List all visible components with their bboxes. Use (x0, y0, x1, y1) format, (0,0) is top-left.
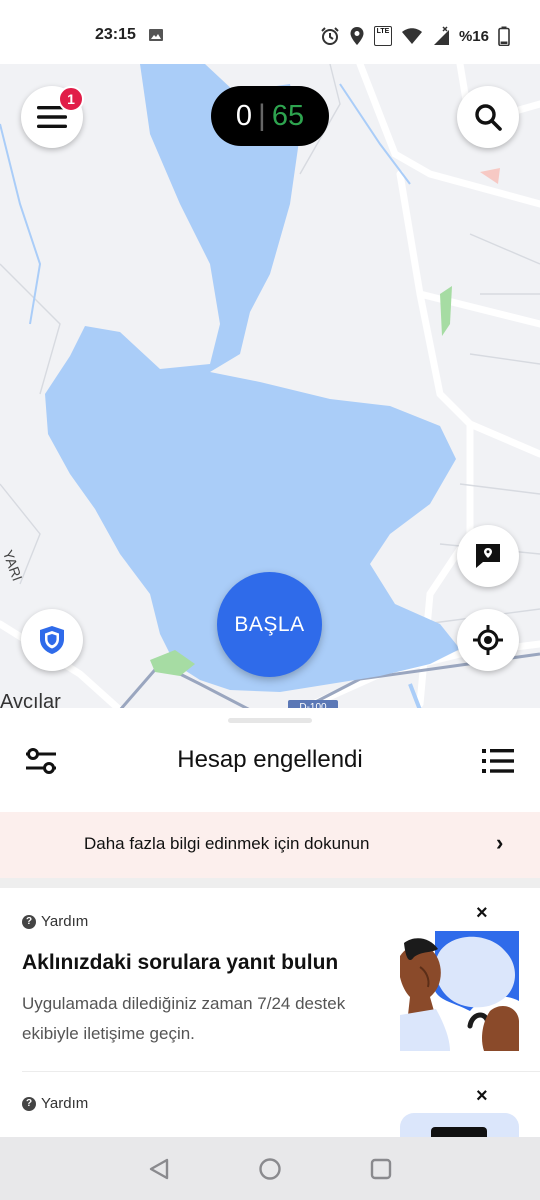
close-icon[interactable]: × (476, 1085, 488, 1108)
card-category: ? Yardım (22, 913, 88, 930)
location-icon (350, 27, 364, 45)
card-category: ? Yardım (22, 1095, 88, 1112)
wifi-icon (401, 28, 422, 44)
support-illustration (400, 931, 519, 1051)
alarm-icon (321, 27, 339, 45)
counter-separator: | (258, 99, 266, 132)
close-icon[interactable]: × (476, 902, 488, 925)
status-time: 23:15 (95, 26, 136, 43)
home-icon[interactable] (258, 1157, 282, 1181)
lte-label: LTE (376, 28, 390, 35)
card-category-label: Yardım (41, 1095, 89, 1112)
shield-icon (40, 626, 64, 654)
counter-right: 65 (271, 99, 305, 132)
list-icon[interactable] (482, 748, 514, 774)
account-blocked-banner[interactable]: Daha fazla bilgi edinmek için dokunun › (0, 812, 540, 878)
card-title: Aklınızdaki sorulara yanıt bulun (22, 951, 339, 974)
chevron-right-icon: › (496, 830, 504, 855)
signal-icon (433, 26, 449, 45)
start-button[interactable]: BAŞLA (217, 572, 322, 677)
help-icon: ? (22, 1096, 36, 1111)
card-description: Uygulamada dilediğiniz zaman 7/24 destek… (22, 994, 346, 1043)
lte-icon: LTE (373, 26, 392, 46)
search-icon (475, 104, 502, 131)
card-image-preview (400, 1113, 519, 1138)
battery-icon (498, 26, 510, 46)
status-bar: 23:15 LTE %16 (0, 0, 540, 64)
help-card[interactable]: ? Yardım × (0, 1072, 540, 1138)
card-category-label: Yardım (41, 913, 89, 930)
safety-button[interactable] (21, 609, 83, 671)
banner-text: Daha fazla bilgi edinmek için dokunun (84, 834, 370, 853)
section-divider (0, 878, 540, 888)
report-location-button[interactable] (457, 525, 519, 587)
battery-text: %16 (458, 27, 489, 45)
notification-badge: 1 (58, 86, 84, 112)
recents-icon[interactable] (370, 1158, 392, 1180)
counter-left: 0 (235, 99, 253, 132)
search-button[interactable] (457, 86, 519, 148)
back-icon[interactable] (148, 1158, 170, 1180)
bottom-sheet: Hesap engellendi Daha fazla bilgi edinme… (0, 708, 540, 1138)
system-nav-bar (0, 1137, 540, 1200)
sheet-header: Hesap engellendi (0, 730, 540, 808)
gallery-icon (149, 29, 163, 41)
help-icon: ? (22, 914, 36, 929)
report-location-icon (476, 544, 500, 568)
my-location-button[interactable] (457, 609, 519, 671)
help-card[interactable]: ? Yardım × Aklınızdaki sorulara yanıt bu… (0, 888, 540, 1072)
trip-counter[interactable]: 0 | 65 (211, 86, 329, 146)
sheet-handle[interactable] (228, 718, 312, 723)
my-location-icon (473, 625, 503, 655)
sheet-title: Hesap engellendi (177, 746, 363, 773)
